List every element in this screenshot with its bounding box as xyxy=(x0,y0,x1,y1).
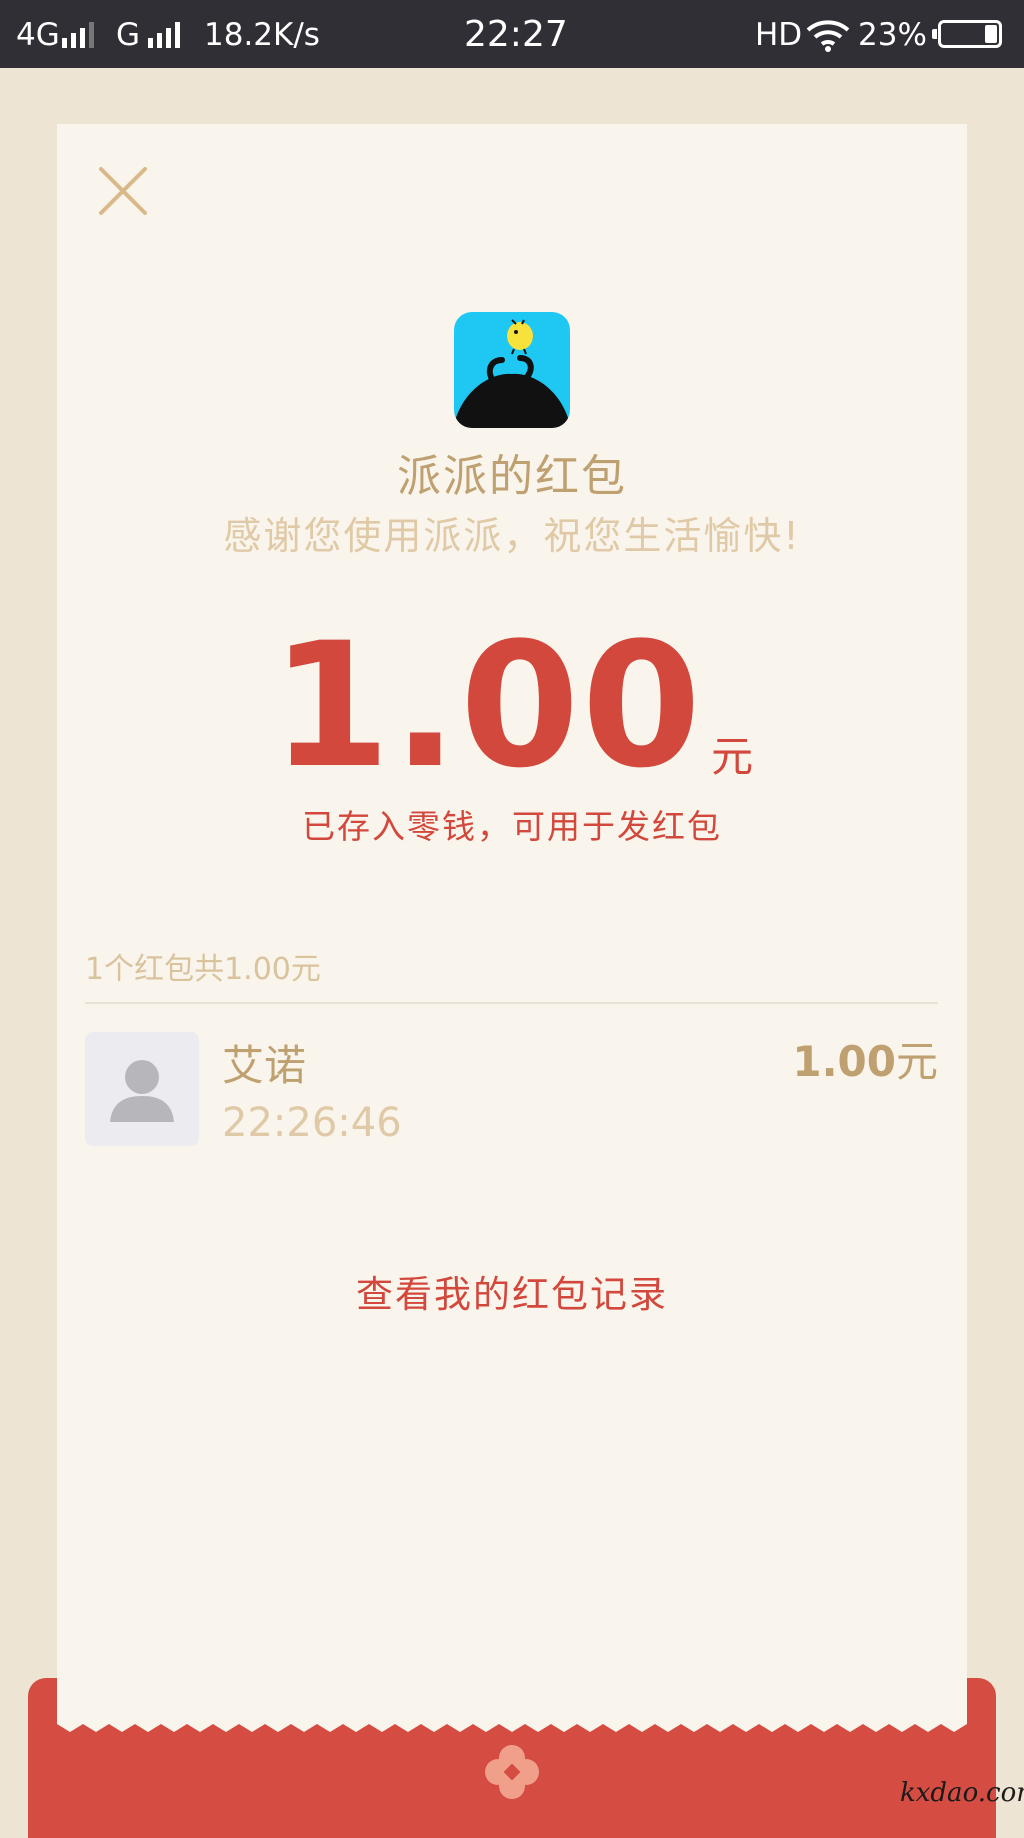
divider xyxy=(85,1002,938,1004)
wifi-icon xyxy=(806,20,850,52)
battery-icon xyxy=(938,20,1002,48)
status-bar: 4G G 18.2K/s 22:27 HD 23% xyxy=(0,0,1024,68)
battery-percent: 23% xyxy=(858,17,927,53)
greeting-message: 感谢您使用派派，祝您生活愉快! xyxy=(223,514,801,558)
watermark: kxdao.com xyxy=(900,1778,1024,1808)
avatar[interactable] xyxy=(85,1032,199,1146)
app-logo xyxy=(454,312,570,428)
paipai-logo-icon xyxy=(454,312,570,428)
recipient-time: 22:26:46 xyxy=(222,1100,402,1146)
network-type-label: 4G xyxy=(16,17,60,53)
envelope-emblem-icon xyxy=(485,1745,539,1799)
amount-value: 1.00 xyxy=(270,605,704,806)
saved-to-change-note: 已存入零钱，可用于发红包 xyxy=(302,807,722,846)
amount-unit: 元 xyxy=(711,732,754,781)
network-speed: 18.2K/s xyxy=(204,17,320,53)
network-type-2-label: G xyxy=(116,17,141,53)
packet-summary: 1个红包共1.00元 xyxy=(85,952,321,987)
battery-fill xyxy=(985,25,997,43)
sender-title: 派派的红包 xyxy=(397,451,627,502)
default-avatar-icon xyxy=(110,1060,174,1122)
received-amount: 1.00 元 xyxy=(0,620,1024,792)
recipient-amount: 1.00元 xyxy=(792,1028,938,1089)
view-history-link[interactable]: 查看我的红包记录 xyxy=(0,1264,1024,1318)
recipient-amount-unit: 元 xyxy=(895,1037,938,1086)
recipient-name: 艾诺 xyxy=(222,1041,307,1090)
recipient-amount-value: 1.00 xyxy=(792,1037,896,1086)
clock: 22:27 xyxy=(464,14,568,55)
signal-icon xyxy=(62,22,94,48)
hd-label: HD xyxy=(755,17,803,53)
battery-tip xyxy=(932,29,937,39)
card-torn-edge xyxy=(57,1716,967,1732)
close-icon[interactable] xyxy=(95,163,151,219)
signal-icon-2 xyxy=(148,22,180,48)
